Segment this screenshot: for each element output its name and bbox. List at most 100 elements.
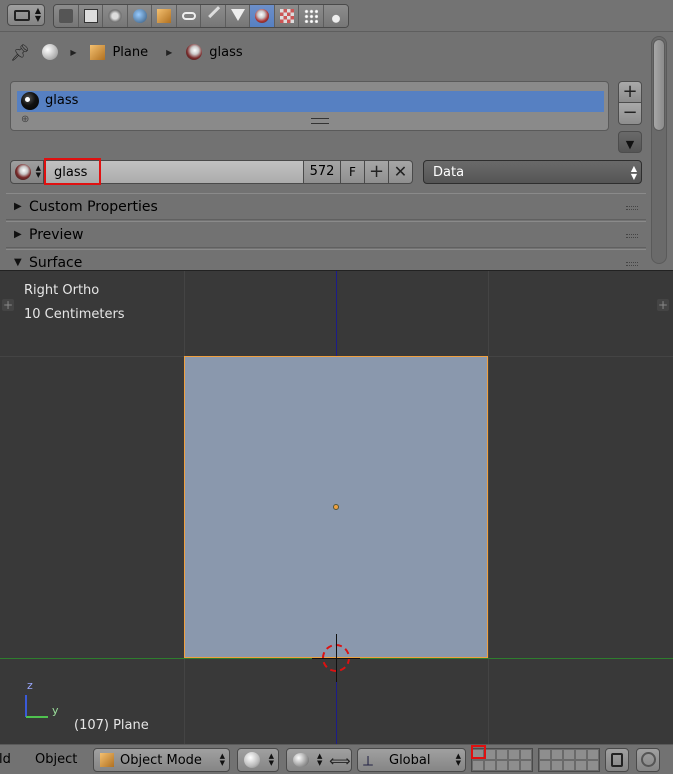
particles-tab[interactable] [299,5,324,27]
layer-button[interactable] [520,760,532,771]
world-tab[interactable] [127,5,152,27]
object-tab[interactable] [152,5,177,27]
layer-button[interactable] [508,749,520,760]
layer-button[interactable] [563,749,575,760]
unlink-material-button[interactable]: ✕ [389,160,413,184]
panel-label: Preview [29,227,84,243]
layer-button[interactable] [472,760,484,771]
expanded-triangle-icon: ▼ [14,257,22,268]
scene-icon [42,44,59,60]
highlight-box [471,745,486,759]
orientation-value: Global [389,753,431,768]
layer-button[interactable] [496,749,508,760]
render-layers-tab[interactable] [78,5,103,27]
panel-drag-grip[interactable] [626,262,638,266]
layer-button[interactable] [539,749,551,760]
collapsed-triangle-icon: ▶ [14,201,22,212]
region-expand-icon[interactable]: + [2,299,14,311]
properties-header: ▲ ▼ [0,0,673,32]
plus-icon: + [622,81,638,102]
physics-tab[interactable] [323,5,348,27]
add-slot-button[interactable]: + [618,81,642,103]
scene-lock-icon [611,753,623,767]
browse-material-button[interactable]: ▲ ▼ [10,160,44,184]
minus-icon: − [622,102,638,123]
link-data-select[interactable]: Data ▲ ▼ [423,160,642,184]
layer-button[interactable] [575,760,587,771]
layer-button[interactable] [551,760,563,771]
grid-line [488,271,489,744]
view-menu[interactable]: ld [0,752,11,767]
editor-type-selector[interactable]: ▲ ▼ [7,4,45,26]
dropdown-arrows-icon: ▲ ▼ [35,164,41,179]
material-icon [15,164,31,180]
layer-button[interactable] [563,760,575,771]
scrollbar-thumb[interactable] [653,39,665,131]
data-tab[interactable] [225,5,250,27]
fake-user-toggle[interactable]: F [341,160,365,184]
breadcrumb: 📌︎ ▶ Plane ▶ glass [10,40,243,64]
panel-preview[interactable]: ▶ Preview [6,221,646,248]
layer-button[interactable] [539,760,551,771]
texture-tab[interactable] [274,5,299,27]
render-layers-icon [83,9,98,23]
panel-custom-properties[interactable]: ▶ Custom Properties [6,193,646,220]
material-slot-row[interactable]: glass [17,91,604,112]
layer-button[interactable] [484,760,496,771]
material-tab[interactable] [250,5,275,27]
dropdown-arrows-icon: ▲ ▼ [268,752,274,767]
object-menu[interactable]: Object [35,752,77,767]
mode-selector[interactable]: Object Mode ▲ ▼ [93,748,230,772]
context-tabs [53,4,349,28]
transform-orientation-selector[interactable]: ⟂ Global ▲ ▼ [357,748,466,772]
list-filter-icon[interactable]: ⊕ [21,114,29,125]
panel-label: Custom Properties [29,199,158,215]
orientation-icon: ⟂ [363,752,374,770]
pivot-point-selector[interactable]: ▲ ▼ ⟺ [286,748,352,772]
user-count[interactable]: 572 [303,160,341,184]
proportional-edit-button[interactable] [636,748,660,772]
viewport-shading-selector[interactable]: ▲ ▼ [237,748,279,772]
panel-label: Surface [29,255,83,270]
dropdown-arrows-icon: ▲ ▼ [317,752,323,767]
lock-layers-button[interactable] [605,748,629,772]
layer-button[interactable] [508,760,520,771]
modifiers-tab[interactable] [201,5,228,27]
list-resize-grip[interactable] [311,118,329,124]
render-tab[interactable] [54,5,79,27]
object-icon [157,9,171,23]
3d-cursor-crosshair [336,634,337,682]
object-info: (107) Plane [74,718,149,733]
pin-icon[interactable]: 📌︎ [10,43,30,62]
dropdown-arrows-icon: ▲ ▼ [455,752,461,767]
layer-button[interactable] [575,749,587,760]
panel-drag-grip[interactable] [626,206,638,210]
layer-button[interactable] [587,760,599,771]
proportional-edit-icon [641,752,656,767]
highlight-box [44,158,101,185]
panel-surface[interactable]: ▼ Surface [6,249,646,270]
physics-icon [328,9,343,23]
layer-buttons-b[interactable] [538,748,600,772]
remove-slot-button[interactable]: − [618,103,642,125]
scene-tab[interactable] [103,5,128,27]
layer-button[interactable] [496,760,508,771]
properties-scrollbar[interactable] [651,36,667,264]
material-slot-icon [21,92,39,110]
region-expand-icon[interactable]: + [657,299,669,311]
texture-icon [279,9,294,23]
collapsed-triangle-icon: ▶ [14,229,22,240]
constraints-tab[interactable] [176,5,201,27]
new-material-button[interactable]: + [365,160,389,184]
3d-viewport[interactable]: Right Ortho 10 Centimeters + + z y (107)… [0,270,673,744]
layer-button[interactable] [551,749,563,760]
panel-drag-grip[interactable] [626,234,638,238]
layer-button[interactable] [587,749,599,760]
3d-view-header: ld Object Object Mode ▲ ▼ ▲ ▼ ▲ ▼ ⟺ ⟂ Globa… [0,744,673,774]
manipulator-icon: ⟺ [329,752,351,770]
plus-icon: + [368,161,385,182]
properties-editor: ▲ ▼ 📌︎ ▶ Plane ▶ glass glass ⊕ + − ▼ ▲ ▼… [0,0,673,270]
layer-button[interactable] [520,749,532,760]
slot-specials-menu[interactable]: ▼ [618,131,642,153]
material-slot-name: glass [45,93,79,108]
